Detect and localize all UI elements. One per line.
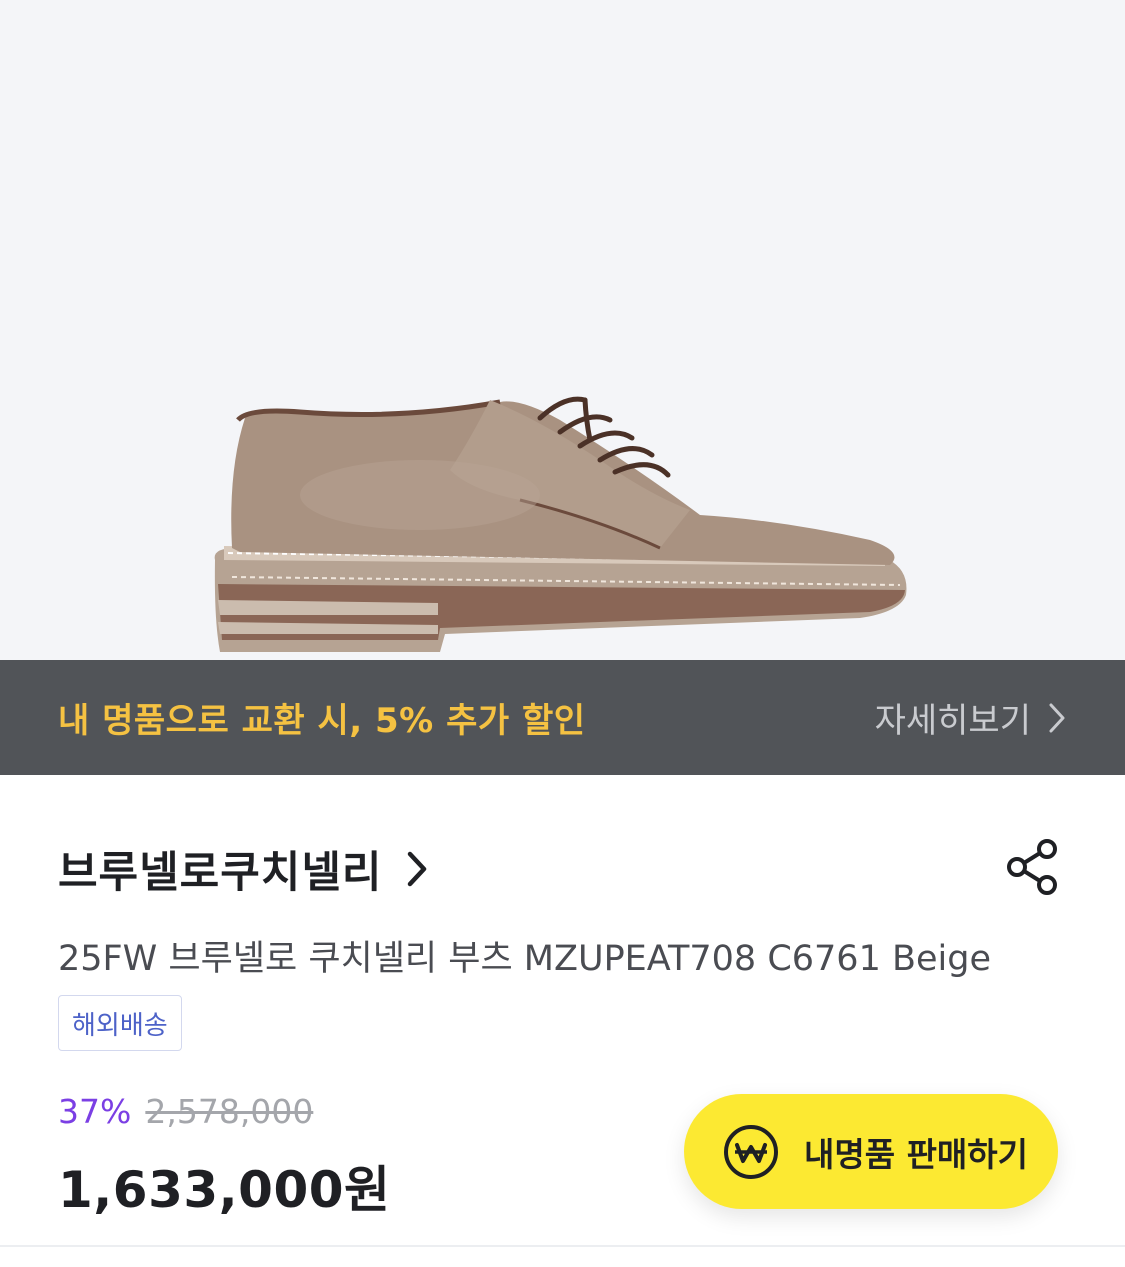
product-image[interactable] xyxy=(0,0,1125,660)
shoe-image xyxy=(214,396,907,652)
brand-link[interactable]: 브루넬로쿠치넬리 xyxy=(58,838,428,900)
original-price: 2,578,000 xyxy=(145,1092,314,1131)
promo-text: 내 명품으로 교환 시, 5% 추가 할인 xyxy=(58,701,586,741)
chevron-right-icon xyxy=(408,851,427,887)
sell-button-label: 내명품 판매하기 xyxy=(804,1134,1029,1174)
exchange-promo-banner[interactable]: 내 명품으로 교환 시, 5% 추가 할인 자세히보기 xyxy=(0,660,1125,775)
share-button[interactable] xyxy=(1002,836,1064,898)
share-icon xyxy=(1007,839,1057,895)
won-icon xyxy=(724,1124,778,1179)
brand-name: 브루넬로쿠치넬리 xyxy=(58,848,383,898)
promo-details-link[interactable]: 자세히보기 xyxy=(875,693,1067,742)
discount-percent: 37% xyxy=(58,1092,132,1131)
overseas-shipping-badge: 해외배송 xyxy=(58,995,182,1051)
chevron-right-icon xyxy=(1049,703,1065,732)
sell-my-luxury-button[interactable]: 내명품 판매하기 xyxy=(684,1094,1058,1209)
product-title: 25FW 브루넬로 쿠치넬리 부츠 MZUPEAT708 C6761 Beige xyxy=(58,939,991,979)
discount-row: 37% 2,578,000 xyxy=(58,1092,313,1131)
sale-price: 1,633,000원 xyxy=(58,1161,391,1219)
divider xyxy=(0,1245,1125,1247)
promo-details-label: 자세히보기 xyxy=(874,701,1031,741)
